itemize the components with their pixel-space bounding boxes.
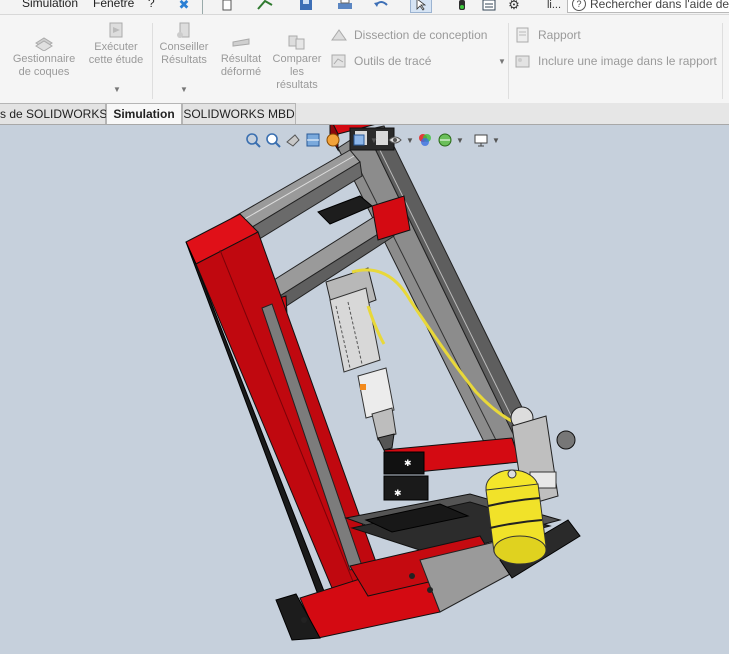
report-icon xyxy=(516,27,529,43)
help-search-input[interactable]: ? Rechercher dans l'aide de xyxy=(567,0,729,13)
print-icon[interactable] xyxy=(336,0,354,13)
star-marker: ✱ xyxy=(394,488,402,498)
report-button[interactable]: Rapport xyxy=(514,27,581,43)
menu-simulation[interactable]: Simulation xyxy=(22,0,78,10)
file-properties-icon[interactable] xyxy=(480,0,498,13)
cnc-machine-model: ✱ ✱ xyxy=(185,125,581,641)
spindle-assembly xyxy=(325,267,397,451)
star-marker: ✱ xyxy=(404,458,412,468)
plot-tools-icon xyxy=(331,54,346,68)
design-insight-label: Dissection de conception xyxy=(354,28,488,42)
undo-icon[interactable] xyxy=(372,0,390,13)
shell-manager-label: Gestionnaire de coques xyxy=(12,53,76,78)
simulation-ribbon: Gestionnaire de coques Exécuter cette ét… xyxy=(0,15,729,104)
compare-results-label: Comparer les résultats xyxy=(272,53,322,91)
menu-help[interactable]: ? xyxy=(148,0,155,10)
view-orientation-dropdown[interactable]: ▼ xyxy=(370,136,378,145)
run-study-button[interactable]: Exécuter cette étude xyxy=(84,21,148,67)
deformed-result-label: Résultat déformé xyxy=(220,53,262,78)
ribbon-separator xyxy=(152,23,153,99)
include-image-button[interactable]: Inclure une image dans le rapport xyxy=(514,53,717,69)
ribbon-separator xyxy=(508,23,509,99)
results-advisor-button[interactable]: Conseiller Résultats xyxy=(154,21,214,67)
rebuild-icon[interactable] xyxy=(455,0,469,13)
help-search-placeholder: Rechercher dans l'aide de xyxy=(590,0,729,11)
new-document-icon[interactable] xyxy=(219,0,235,13)
run-study-icon xyxy=(109,22,123,38)
plot-tools-dropdown[interactable]: ▼ xyxy=(498,57,506,66)
tab-solidworks-mbd[interactable]: SOLIDWORKS MBD xyxy=(182,103,296,124)
results-advisor-label: Conseiller Résultats xyxy=(159,41,209,66)
include-image-icon xyxy=(515,55,530,68)
edit-appearance-icon[interactable] xyxy=(416,131,434,149)
deformed-result-icon xyxy=(232,38,250,47)
previous-view-icon[interactable] xyxy=(284,131,302,149)
dynamic-annotation-icon[interactable] xyxy=(324,131,342,149)
shell-manager-icon xyxy=(35,37,53,51)
heads-up-view-toolbar: ▼ ▼ ▼ ▼ xyxy=(244,130,500,150)
view-settings-icon[interactable] xyxy=(472,131,490,149)
run-study-dropdown[interactable]: ▼ xyxy=(113,85,121,94)
deformed-result-button[interactable]: Résultat déformé xyxy=(214,33,268,79)
display-style-icon[interactable] xyxy=(386,131,404,149)
zoom-to-fit-icon[interactable] xyxy=(244,131,262,149)
view-settings-dropdown[interactable]: ▼ xyxy=(492,136,500,145)
tab-label: Simulation xyxy=(113,107,175,121)
tab-label: ts de SOLIDWORKS xyxy=(0,107,108,121)
menu-window[interactable]: Fenêtre xyxy=(93,0,134,10)
options-icon[interactable] xyxy=(256,0,274,13)
view-orientation-icon[interactable] xyxy=(350,131,368,149)
shell-manager-button[interactable]: Gestionnaire de coques xyxy=(8,33,80,79)
section-view-icon[interactable] xyxy=(304,131,322,149)
run-study-label: Exécuter cette étude xyxy=(88,41,144,66)
air-tank xyxy=(485,469,547,565)
ribbon-separator xyxy=(722,23,723,99)
pin-icon[interactable]: ✖ xyxy=(176,0,192,13)
include-image-label: Inclure une image dans le rapport xyxy=(538,54,717,68)
design-insight-button[interactable]: Dissection de conception xyxy=(330,27,487,43)
compare-results-button[interactable]: Comparer les résultats xyxy=(268,33,326,92)
design-insight-icon xyxy=(331,29,347,41)
results-advisor-dropdown[interactable]: ▼ xyxy=(180,85,188,94)
graphics-area[interactable]: ✱ ✱ ▼ ▼ ▼ ▼ xyxy=(0,125,729,654)
toolbar-overflow[interactable]: li... xyxy=(543,0,565,13)
menu-bar: Simulation Fenêtre ? ✖ ⚙ li... ? Recherc… xyxy=(0,0,729,15)
display-style-dropdown[interactable]: ▼ xyxy=(406,136,414,145)
plot-tools-label: Outils de tracé xyxy=(354,54,432,68)
tab-label: SOLIDWORKS MBD xyxy=(183,107,295,121)
command-manager-tabs: ts de SOLIDWORKS Simulation SOLIDWORKS M… xyxy=(0,103,729,125)
report-label: Rapport xyxy=(538,28,581,42)
apply-scene-icon[interactable] xyxy=(436,131,454,149)
toolbar-separator xyxy=(202,0,203,14)
compare-results-icon xyxy=(288,35,305,50)
tab-simulation[interactable]: Simulation xyxy=(106,103,182,124)
results-advisor-icon xyxy=(177,22,190,38)
plot-tools-button[interactable]: Outils de tracé xyxy=(330,53,431,69)
zoom-to-area-icon[interactable] xyxy=(264,131,282,149)
help-question-icon: ? xyxy=(572,0,586,11)
select-icon[interactable] xyxy=(410,0,432,13)
apply-scene-dropdown[interactable]: ▼ xyxy=(456,136,464,145)
settings-gear-icon[interactable]: ⚙ xyxy=(505,0,523,13)
tab-solidworks-addins[interactable]: ts de SOLIDWORKS xyxy=(0,103,108,124)
save-icon[interactable] xyxy=(297,0,315,13)
